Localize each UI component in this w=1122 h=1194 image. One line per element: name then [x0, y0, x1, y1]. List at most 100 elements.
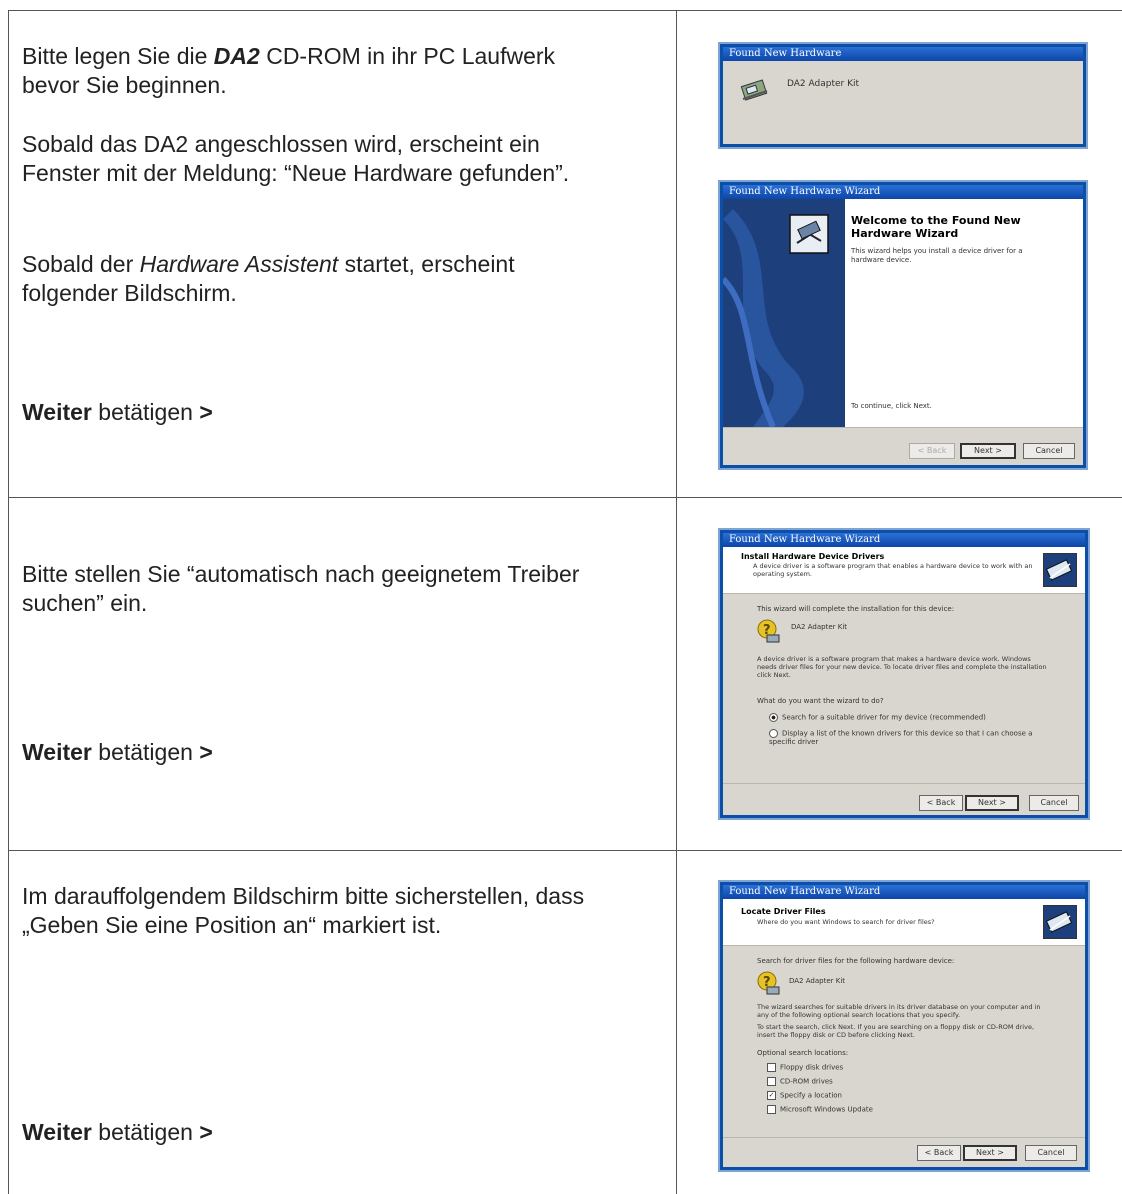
cancel-button[interactable]: Cancel	[1029, 795, 1079, 811]
row1-paragraph-connect: Sobald das DA2 angeschlossen wird, ersch…	[22, 130, 569, 188]
found-hardware-balloon: Found New Hardware DA2 Adapter Kit	[718, 42, 1088, 149]
next-button[interactable]: Next >	[963, 1145, 1017, 1161]
balloon-title: Found New Hardware	[723, 47, 1083, 61]
wizard-side-graphic	[723, 199, 845, 427]
question-icon: ?	[757, 971, 780, 995]
checkbox-label: Floppy disk drives	[780, 1063, 844, 1072]
wizard-icon	[1043, 905, 1077, 939]
row1-paragraph-wizard: Sobald der Hardware Assistent startet, e…	[22, 250, 515, 308]
install-drivers-dialog: Found New Hardware Wizard Install Hardwa…	[718, 528, 1090, 820]
back-button[interactable]: < Back	[909, 443, 955, 459]
dialog-header: Install Hardware Device Drivers A device…	[723, 547, 1085, 594]
cancel-button[interactable]: Cancel	[1023, 443, 1075, 459]
header-title: Install Hardware Device Drivers	[741, 552, 885, 561]
back-button[interactable]: < Back	[917, 1145, 961, 1161]
arrow: >	[199, 399, 213, 425]
checkbox-label: Microsoft Windows Update	[780, 1105, 873, 1114]
action-keyword: Weiter	[22, 1119, 92, 1145]
text-segment: Bitte legen Sie die	[22, 43, 214, 69]
row1-action: Weiter betätigen >	[22, 398, 213, 427]
device-name: DA2 Adapter Kit	[789, 977, 846, 985]
radio-unselected[interactable]	[769, 729, 778, 738]
dialog-title: Found New Hardware Wizard	[723, 185, 1083, 199]
instruction-table: Bitte legen Sie die DA2 CD-ROM in ihr PC…	[0, 0, 1122, 1194]
dialog-body: Welcome to the Found New Hardware Wizard…	[723, 199, 1083, 465]
welcome-heading: Welcome to the Found New Hardware Wizard	[851, 214, 1021, 240]
table-border-top	[8, 10, 1122, 11]
text-segment: betätigen	[91, 739, 200, 765]
checkbox-windows-update[interactable]: Microsoft Windows Update	[767, 1105, 873, 1114]
column-divider	[676, 10, 677, 1194]
next-button[interactable]: Next >	[965, 795, 1019, 811]
text-segment: startet, erscheint	[338, 251, 515, 277]
info-text-1: The wizard searches for suitable drivers…	[757, 1003, 1041, 1019]
cancel-button[interactable]: Cancel	[1025, 1145, 1077, 1161]
option-search-radio[interactable]: Search for a suitable driver for my devi…	[769, 713, 986, 722]
text-segment: Fenster mit der Meldung: “Neue Hardware …	[22, 160, 570, 186]
balloon-device-name: DA2 Adapter Kit	[787, 79, 860, 89]
dialog-body: Install Hardware Device Drivers A device…	[723, 547, 1085, 815]
action-keyword: Weiter	[22, 399, 92, 425]
checkbox-label: Specify a location	[780, 1091, 842, 1100]
product-name: DA2	[213, 43, 260, 69]
option-label: Display a list of the known drivers for …	[769, 729, 1033, 746]
text-segment: Sobald der	[22, 251, 140, 277]
locate-driver-dialog: Found New Hardware Wizard Locate Driver …	[718, 880, 1090, 1172]
dialog-body: Locate Driver Files Where do you want Wi…	[723, 899, 1085, 1167]
text-segment: Sobald das DA2 angeschlossen wird, ersch…	[22, 131, 540, 157]
next-button[interactable]: Next >	[960, 443, 1016, 459]
optional-locations-label: Optional search locations:	[757, 1049, 849, 1057]
checkbox-box[interactable]	[767, 1077, 776, 1086]
text-segment: betätigen	[91, 1119, 200, 1145]
back-button[interactable]: < Back	[919, 795, 963, 811]
complete-text: This wizard will complete the installati…	[757, 605, 955, 613]
action-keyword: Weiter	[22, 739, 92, 765]
balloon-body: DA2 Adapter Kit	[723, 61, 1083, 144]
search-for-text: Search for driver files for the followin…	[757, 957, 955, 965]
checkbox-label: CD-ROM drives	[780, 1077, 833, 1086]
button-separator	[723, 783, 1085, 784]
checkbox-specify-location[interactable]: ✓ Specify a location	[767, 1091, 842, 1100]
checkbox-box[interactable]	[767, 1063, 776, 1072]
welcome-description: This wizard helps you install a device d…	[851, 247, 1023, 264]
text-segment: „Geben Sie eine Position an“ markiert is…	[22, 912, 442, 938]
button-separator	[723, 1137, 1085, 1138]
checkbox-box[interactable]	[767, 1105, 776, 1114]
question-icon: ?	[757, 619, 780, 643]
text-segment: Bitte stellen Sie “automatisch nach geei…	[22, 561, 580, 587]
checkbox-cdrom[interactable]: CD-ROM drives	[767, 1077, 833, 1086]
button-bar: < Back Next > Cancel	[723, 427, 1083, 465]
hardware-icon	[740, 79, 768, 101]
welcome-wizard-dialog: Found New Hardware Wizard Welcome to the…	[718, 180, 1088, 470]
dialog-title: Found New Hardware Wizard	[723, 885, 1085, 899]
info-text-2: To start the search, click Next. If you …	[757, 1023, 1035, 1039]
option-list-radio[interactable]: Display a list of the known drivers for …	[769, 729, 1049, 746]
row-divider-1	[8, 497, 1122, 498]
row3-paragraph-locate: Im darauffolgendem Bildschirm bitte sich…	[22, 882, 584, 940]
text-segment: CD-ROM in ihr PC Laufwerk	[259, 43, 556, 69]
header-subtitle: A device driver is a software program th…	[753, 562, 1033, 578]
header-title: Locate Driver Files	[741, 907, 826, 916]
arrow: >	[199, 1119, 213, 1145]
table-border-left	[8, 10, 9, 1194]
wizard-icon	[1043, 553, 1077, 587]
dialog-title: Found New Hardware Wizard	[723, 533, 1085, 547]
text-segment: Im darauffolgendem Bildschirm bitte sich…	[22, 883, 585, 909]
row1-paragraph-insert-cd: Bitte legen Sie die DA2 CD-ROM in ihr PC…	[22, 42, 555, 100]
checkbox-box-checked[interactable]: ✓	[767, 1091, 776, 1100]
wizard-name: Hardware Assistent	[139, 251, 339, 277]
question-text: What do you want the wizard to do?	[757, 697, 884, 705]
header-subtitle: Where do you want Windows to search for …	[757, 918, 935, 926]
device-name: DA2 Adapter Kit	[791, 623, 848, 631]
continue-hint: To continue, click Next.	[851, 402, 932, 410]
dialog-header: Locate Driver Files Where do you want Wi…	[723, 899, 1085, 946]
row-divider-2	[8, 850, 1122, 851]
row3-action: Weiter betätigen >	[22, 1118, 213, 1147]
option-label: Search for a suitable driver for my devi…	[782, 713, 986, 722]
arrow: >	[199, 739, 213, 765]
text-segment: suchen” ein.	[22, 590, 148, 616]
text-segment: betätigen	[91, 399, 200, 425]
radio-selected[interactable]	[769, 713, 778, 722]
row2-action: Weiter betätigen >	[22, 738, 213, 767]
checkbox-floppy[interactable]: Floppy disk drives	[767, 1063, 843, 1072]
